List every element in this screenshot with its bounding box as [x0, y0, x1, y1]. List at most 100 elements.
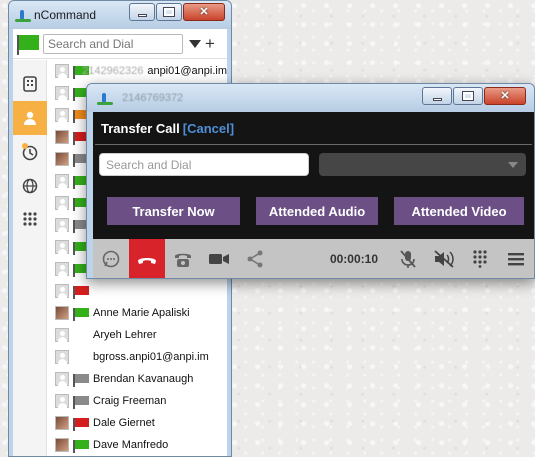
dialpad-icon: [23, 212, 37, 226]
share-button[interactable]: [237, 239, 273, 278]
nav-dialpad[interactable]: [13, 203, 47, 237]
presence-flag-icon: [73, 439, 89, 453]
avatar: [55, 152, 69, 166]
popup-title-bar[interactable]: 2146769372 ✕: [87, 84, 534, 112]
chat-button[interactable]: [93, 239, 129, 278]
contact-name: Aryeh Lehrer: [93, 329, 157, 341]
presence-flag-icon: [73, 373, 89, 387]
avatar: [55, 438, 69, 452]
contact-row[interactable]: Dale Giernet: [51, 412, 227, 434]
call-toolbar: 00:00:10: [93, 239, 534, 278]
menu-button[interactable]: [498, 239, 534, 278]
filter-icon[interactable]: [189, 39, 201, 48]
transfer-number-select[interactable]: [319, 153, 526, 176]
avatar: [55, 394, 69, 408]
avatar: [55, 174, 69, 188]
nav-contacts[interactable]: [13, 101, 47, 135]
contact-name: Brendan Kavanaugh: [93, 373, 194, 385]
transfer-fields: [93, 145, 534, 176]
ncommand-logo-icon: [97, 91, 113, 105]
contact-name: Dave Manfredo: [93, 439, 169, 451]
avatar: [55, 86, 69, 100]
minimize-icon: [137, 13, 147, 17]
cancel-link[interactable]: [Cancel]: [183, 121, 234, 136]
nav-history[interactable]: [13, 135, 47, 169]
popup-minimize-button[interactable]: [422, 87, 452, 105]
presence-flag-icon: [73, 395, 89, 409]
transfer-panel: Transfer Call [Cancel] Transfer Now Atte…: [93, 112, 534, 278]
minimize-icon: [432, 97, 442, 101]
speaker-muted-icon: [434, 249, 454, 268]
transfer-header: Transfer Call [Cancel]: [95, 112, 532, 145]
hold-button[interactable]: [165, 239, 201, 278]
presence-flag-icon[interactable]: [17, 34, 39, 55]
history-icon: [22, 143, 38, 161]
contact-row[interactable]: bgross.anpi01@anpi.im: [51, 346, 227, 368]
avatar: [55, 218, 69, 232]
share-icon: [247, 250, 263, 267]
chat-bubble-icon: [102, 250, 120, 267]
presence-flag-icon: [73, 417, 89, 431]
attended-video-button[interactable]: Attended Video: [394, 197, 524, 225]
contact-row[interactable]: 2142962326 anpi01@anpi.im: [51, 60, 227, 82]
attended-audio-button[interactable]: Attended Audio: [256, 197, 378, 225]
popup-maximize-button[interactable]: [453, 87, 483, 105]
maximize-icon: [462, 91, 474, 101]
video-button[interactable]: [201, 239, 237, 278]
person-icon: [24, 111, 36, 125]
keypad-button[interactable]: [462, 239, 498, 278]
speaker-mute-button[interactable]: [426, 239, 462, 278]
avatar: [55, 306, 69, 320]
transfer-call-window: 2146769372 ✕ Transfer Call [Cancel] Tran…: [86, 83, 535, 279]
close-icon: ✕: [500, 89, 510, 102]
desk-phone-icon: [175, 253, 191, 267]
left-navigation: [13, 60, 47, 456]
maximize-button[interactable]: [156, 3, 182, 21]
contact-name: Dale Giernet: [93, 417, 155, 429]
main-title-bar[interactable]: nCommand ✕: [9, 1, 231, 29]
presence-flag-icon: [73, 307, 89, 321]
presence-flag-icon: [73, 65, 89, 79]
transfer-search-input[interactable]: [99, 153, 309, 176]
avatar: [55, 284, 69, 298]
window-title: nCommand: [34, 8, 97, 22]
transfer-actions: Transfer Now Attended Audio Attended Vid…: [93, 176, 534, 225]
hangup-button[interactable]: [129, 239, 165, 278]
contact-name: Craig Freeman: [93, 395, 167, 407]
contact-name: Anne Marie Apaliski: [93, 307, 190, 319]
contact-row[interactable]: Dave Manfredo: [51, 434, 227, 456]
contact-row[interactable]: Aryeh Lehrer: [51, 324, 227, 346]
dialpad-icon: [473, 249, 487, 268]
avatar: [55, 196, 69, 210]
presence-flag-icon: [73, 285, 89, 299]
avatar: [55, 416, 69, 430]
avatar: [55, 130, 69, 144]
call-timer: 00:00:10: [329, 251, 378, 266]
hamburger-menu-icon: [508, 252, 524, 265]
avatar: [55, 240, 69, 254]
contact-name: bgross.anpi01@anpi.im: [93, 351, 209, 363]
contact-row[interactable]: Craig Freeman: [51, 390, 227, 412]
close-button[interactable]: ✕: [183, 3, 225, 21]
avatar: [55, 64, 69, 78]
search-and-dial-input[interactable]: [43, 33, 183, 54]
transfer-now-button[interactable]: Transfer Now: [107, 197, 240, 225]
ncommand-logo-icon: [15, 8, 31, 22]
nav-directory[interactable]: [13, 67, 47, 101]
mute-button[interactable]: [390, 239, 426, 278]
contact-row[interactable]: [51, 280, 227, 302]
popup-close-button[interactable]: ✕: [484, 87, 526, 105]
transfer-title: Transfer Call: [101, 120, 180, 136]
video-camera-icon: [209, 253, 229, 264]
contact-row[interactable]: Brendan Kavanaugh: [51, 368, 227, 390]
avatar: [55, 372, 69, 386]
building-icon: [23, 76, 37, 92]
minimize-button[interactable]: [129, 3, 155, 21]
avatar: [55, 108, 69, 122]
add-contact-icon[interactable]: +: [205, 35, 215, 52]
close-icon: ✕: [199, 5, 209, 18]
contact-row[interactable]: Anne Marie Apaliski: [51, 302, 227, 324]
nav-web[interactable]: [13, 169, 47, 203]
globe-icon: [22, 178, 38, 194]
avatar: [55, 350, 69, 364]
